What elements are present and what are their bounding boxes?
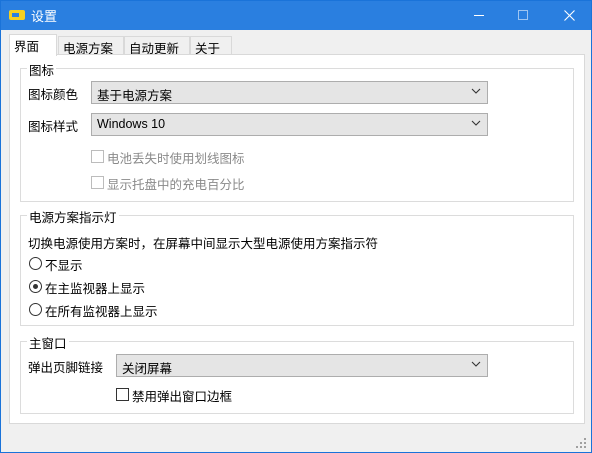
minimize-button[interactable] — [457, 1, 501, 30]
radio-main-monitor-label: 在主监视器上显示 — [45, 281, 146, 296]
icon-style-select[interactable]: Windows 10 — [91, 113, 488, 136]
icon-group-title: 图标 — [27, 60, 57, 79]
radio-no-display-label: 不显示 — [45, 258, 83, 273]
minimize-icon — [474, 15, 484, 16]
main-window-group: 主窗口 — [20, 333, 574, 414]
radio-main-monitor[interactable] — [29, 280, 42, 293]
footer-link-select[interactable]: 关闭屏幕 — [116, 354, 488, 377]
footer-link-value: 关闭屏幕 — [122, 361, 173, 376]
tray-percent-label: 显示托盘中的充电百分比 — [107, 177, 245, 192]
icon-style-label: 图标样式 — [28, 119, 79, 134]
title-bar[interactable]: 设置 — [1, 1, 591, 30]
main-window-group-title: 主窗口 — [27, 333, 69, 352]
maximize-button[interactable] — [501, 1, 545, 30]
radio-all-monitors[interactable] — [29, 303, 42, 316]
icon-color-value: 基于电源方案 — [97, 88, 173, 103]
indicator-group-title: 电源方案指示灯 — [27, 207, 119, 226]
chevron-down-icon — [471, 361, 481, 367]
tab-auto-update[interactable]: 自动更新 — [124, 36, 190, 56]
tab-power-plans[interactable]: 电源方案 — [58, 36, 124, 56]
app-icon — [9, 10, 25, 20]
close-icon — [564, 10, 575, 21]
resize-grip-icon[interactable] — [575, 437, 587, 449]
lost-battery-label: 电池丢失时使用划线图标 — [107, 151, 245, 166]
indicator-description: 切换电源使用方案时，在屏幕中间显示大型电源使用方案指示符 — [28, 236, 379, 251]
icon-color-select[interactable]: 基于电源方案 — [91, 81, 488, 104]
footer-link-label: 弹出页脚链接 — [28, 360, 104, 375]
window-title: 设置 — [31, 10, 58, 25]
tray-percent-checkbox[interactable] — [91, 176, 104, 189]
tab-interface[interactable]: 界面 — [9, 34, 57, 56]
chevron-down-icon — [471, 88, 481, 94]
icon-style-value: Windows 10 — [97, 117, 166, 131]
disable-popup-border-checkbox[interactable] — [116, 388, 129, 401]
tab-about[interactable]: 关于 — [190, 36, 232, 56]
close-button[interactable] — [547, 1, 591, 30]
icon-color-label: 图标颜色 — [28, 87, 79, 102]
radio-all-monitors-label: 在所有监视器上显示 — [45, 304, 158, 319]
lost-battery-checkbox[interactable] — [91, 150, 104, 163]
settings-window: 设置 界面 电源方案 自动更新 关于 图标 图标颜色 基于电源方案 图标样式 W… — [0, 0, 592, 453]
disable-popup-border-label: 禁用弹出窗口边框 — [132, 389, 233, 404]
chevron-down-icon — [471, 120, 481, 126]
radio-no-display[interactable] — [29, 257, 42, 270]
maximize-icon — [518, 10, 528, 20]
